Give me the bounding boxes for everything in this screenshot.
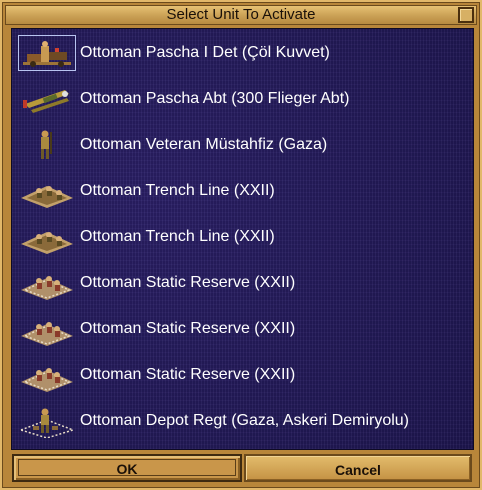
- unit-label: Ottoman Static Reserve (XXII): [80, 320, 296, 337]
- unit-list: Ottoman Pascha I Det (Çöl Kuvvet) Ottoma…: [11, 28, 474, 450]
- unit-label: Ottoman Pascha Abt (300 Flieger Abt): [80, 90, 350, 107]
- unit-label: Ottoman Trench Line (XXII): [80, 182, 275, 199]
- static-reserve-icon: [19, 312, 75, 346]
- infantry-soldier-icon: [19, 128, 75, 162]
- depot-regiment-icon: [19, 404, 75, 438]
- unit-list-item[interactable]: Ottoman Static Reserve (XXII): [12, 259, 473, 305]
- dialog-title: Select Unit To Activate: [166, 6, 316, 23]
- biplane-icon: [19, 82, 75, 116]
- unit-label: Ottoman Pascha I Det (Çöl Kuvvet): [80, 44, 330, 61]
- unit-list-item[interactable]: Ottoman Pascha I Det (Çöl Kuvvet): [12, 29, 473, 75]
- ok-button-label: OK: [116, 461, 138, 477]
- unit-label: Ottoman Veteran Müstahfiz (Gaza): [80, 136, 328, 153]
- unit-list-item[interactable]: Ottoman Static Reserve (XXII): [12, 351, 473, 397]
- unit-list-item[interactable]: Ottoman Trench Line (XXII): [12, 213, 473, 259]
- unit-label: Ottoman Depot Regt (Gaza, Askeri Demiryo…: [80, 412, 410, 429]
- close-button[interactable]: [458, 7, 474, 23]
- unit-list-item[interactable]: Ottoman Static Reserve (XXII): [12, 305, 473, 351]
- unit-list-item[interactable]: Ottoman Trench Line (XXII): [12, 167, 473, 213]
- cancel-button[interactable]: Cancel: [244, 454, 472, 482]
- static-reserve-icon: [19, 266, 75, 300]
- desert-force-icon: [18, 35, 76, 71]
- ok-button[interactable]: OK: [12, 454, 242, 482]
- trench-line-icon: [19, 220, 75, 254]
- select-unit-dialog: Select Unit To Activate Ottoman Pascha I…: [0, 0, 482, 490]
- unit-label: Ottoman Static Reserve (XXII): [80, 274, 296, 291]
- trench-line-icon: [19, 174, 75, 208]
- title-bar[interactable]: Select Unit To Activate: [5, 5, 477, 25]
- unit-list-item[interactable]: Ottoman Depot Regt (Gaza, Askeri Demiryo…: [12, 397, 473, 443]
- unit-label: Ottoman Trench Line (XXII): [80, 228, 275, 245]
- unit-list-item[interactable]: Ottoman Pascha Abt (300 Flieger Abt): [12, 75, 473, 121]
- cancel-button-label: Cancel: [335, 462, 381, 478]
- unit-label: Ottoman Static Reserve (XXII): [80, 366, 296, 383]
- static-reserve-icon: [19, 358, 75, 392]
- unit-list-item[interactable]: Ottoman Veteran Müstahfiz (Gaza): [12, 121, 473, 167]
